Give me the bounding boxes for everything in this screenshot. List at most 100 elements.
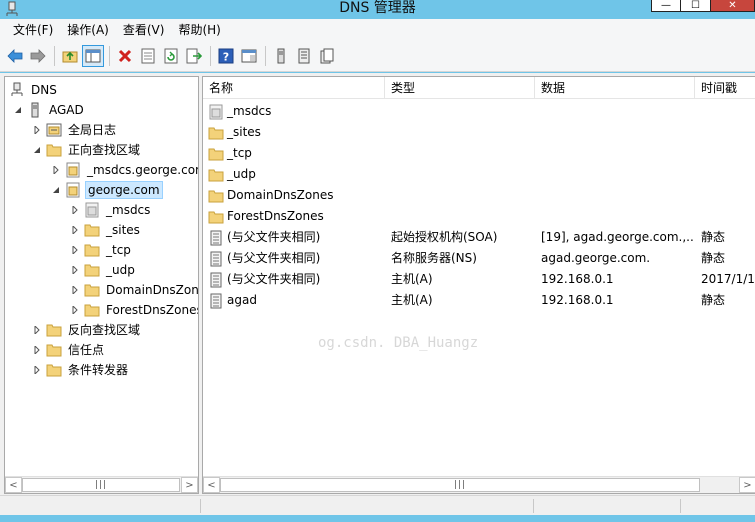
tree-label: 信任点 (68, 343, 105, 357)
cell-name: _tcp (208, 143, 383, 164)
properties-icon (141, 48, 155, 64)
tree-item-tcp[interactable]: _tcp (70, 240, 133, 260)
expand-arrow-icon[interactable] (70, 305, 80, 315)
status-divider (533, 499, 534, 513)
back-icon (7, 49, 23, 63)
cell-type (391, 122, 535, 143)
tree-label: george.com (85, 181, 163, 199)
list-row[interactable]: (与父文件夹相同) 主机(A) 192.168.0.1 2017/1/1 (203, 269, 755, 290)
help-button[interactable]: ? (215, 45, 237, 67)
tree-item-udp[interactable]: _udp (70, 260, 137, 280)
list-icon (298, 48, 310, 64)
expand-arrow-icon[interactable] (70, 265, 80, 275)
tree-item-global-logs[interactable]: 全局日志 (32, 120, 118, 140)
list-horizontal-scrollbar[interactable]: < ||| > (203, 476, 755, 493)
list-row[interactable]: (与父文件夹相同) 起始授权机构(SOA) [19], agad.george.co… (203, 227, 755, 248)
row-name-text: (与父文件夹相同) (227, 251, 321, 265)
back-button[interactable] (4, 45, 26, 67)
delete-icon (118, 49, 132, 63)
show-hide-tree-button[interactable] (82, 45, 104, 67)
collapse-arrow-icon[interactable] (51, 185, 61, 195)
collapse-arrow-icon[interactable] (13, 105, 23, 115)
console-button[interactable] (238, 45, 260, 67)
cell-data (541, 185, 695, 206)
tree-item-george-zone[interactable]: george.com (51, 180, 163, 200)
list-view-button[interactable] (293, 45, 315, 67)
up-level-button[interactable] (59, 45, 81, 67)
expand-arrow-icon[interactable] (32, 125, 42, 135)
menu-view[interactable]: 查看(V) (116, 19, 172, 41)
up-folder-icon (62, 51, 78, 63)
close-button[interactable]: ✕ (711, 0, 755, 12)
cell-timestamp (701, 101, 755, 122)
list-row[interactable]: _sites (203, 122, 755, 143)
cell-name: agad (208, 290, 383, 311)
zone-icon (65, 162, 81, 178)
menu-help[interactable]: 帮助(H) (171, 19, 227, 41)
delete-button[interactable] (114, 45, 136, 67)
scroll-left-arrow-icon[interactable]: < (203, 477, 220, 493)
menu-bar: 文件(F) 操作(A) 查看(V) 帮助(H) (0, 19, 755, 41)
cell-type (391, 206, 535, 227)
list-row[interactable]: ForestDnsZones (203, 206, 755, 227)
cell-type: 主机(A) (391, 272, 433, 286)
tree-item-conditional-forwarders[interactable]: 条件转发器 (32, 360, 130, 380)
tree-item-forward-zones[interactable]: 正向查找区域 (32, 140, 142, 160)
tree-label: _msdcs (106, 203, 151, 217)
column-header-name[interactable]: 名称 (203, 77, 385, 99)
expand-arrow-icon[interactable] (32, 365, 42, 375)
maximize-button[interactable]: ☐ (681, 0, 711, 12)
tree-horizontal-scrollbar[interactable]: < ||| > (5, 476, 198, 493)
expand-arrow-icon[interactable] (32, 325, 42, 335)
forward-button[interactable] (27, 45, 49, 67)
list-row[interactable]: _tcp (203, 143, 755, 164)
copy-button[interactable] (316, 45, 338, 67)
expand-arrow-icon[interactable] (70, 225, 80, 235)
tree-label: AGAD (49, 103, 84, 117)
refresh-button[interactable] (160, 45, 182, 67)
tree-item-agad[interactable]: AGAD (13, 100, 86, 120)
menu-file[interactable]: 文件(F) (6, 19, 60, 41)
list-header: 名称 类型 数据 时间戳 (203, 77, 755, 99)
tree-item-reverse-zones[interactable]: 反向查找区域 (32, 320, 142, 340)
list-row[interactable]: _msdcs (203, 101, 755, 122)
scroll-thumb[interactable]: ||| (220, 478, 700, 492)
minimize-button[interactable]: — (651, 0, 681, 12)
tree-item-sites[interactable]: _sites (70, 220, 142, 240)
collapse-arrow-icon[interactable] (32, 145, 42, 155)
list-row[interactable]: DomainDnsZones (203, 185, 755, 206)
server-icon (277, 48, 285, 64)
expand-arrow-icon[interactable] (70, 285, 80, 295)
tree-label: _tcp (106, 243, 131, 257)
tree-item-domaindnszones[interactable]: DomainDnsZones (70, 280, 198, 300)
properties-button[interactable] (137, 45, 159, 67)
tree-item-forestdnszones[interactable]: ForestDnsZones (70, 300, 198, 320)
window-bottom-border (0, 515, 755, 522)
list-row[interactable]: _udp (203, 164, 755, 185)
tree-item-trust-points[interactable]: 信任点 (32, 340, 106, 360)
tree-item-george-msdcs[interactable]: _msdcs (70, 200, 152, 220)
expand-arrow-icon[interactable] (70, 245, 80, 255)
tree-item-dns[interactable]: DNS (9, 80, 59, 100)
expand-arrow-icon[interactable] (32, 345, 42, 355)
scroll-left-arrow-icon[interactable]: < (5, 477, 22, 493)
column-header-data[interactable]: 数据 (535, 77, 695, 99)
expand-arrow-icon[interactable] (70, 205, 80, 215)
list-row[interactable]: (与父文件夹相同) 名称服务器(NS) agad.george.com. 静态 (203, 248, 755, 269)
menu-action[interactable]: 操作(A) (60, 19, 116, 41)
scroll-thumb[interactable]: ||| (22, 478, 180, 492)
scroll-right-arrow-icon[interactable]: > (739, 477, 755, 493)
folder-icon (84, 302, 100, 318)
scroll-right-arrow-icon[interactable]: > (181, 477, 198, 493)
column-header-type[interactable]: 类型 (385, 77, 535, 99)
export-list-button[interactable] (183, 45, 205, 67)
cell-type: 起始授权机构(SOA) (391, 230, 498, 244)
folder-icon (84, 282, 100, 298)
column-header-timestamp[interactable]: 时间戳 (695, 77, 755, 99)
tree-item-msdcs-zone[interactable]: _msdcs.george.com (51, 160, 198, 180)
expand-arrow-icon[interactable] (51, 165, 61, 175)
cell-timestamp (701, 143, 755, 164)
server-button[interactable] (270, 45, 292, 67)
list-row[interactable]: agad 主机(A) 192.168.0.1 静态 (203, 290, 755, 311)
window-title: DNS 管理器 (339, 0, 416, 16)
